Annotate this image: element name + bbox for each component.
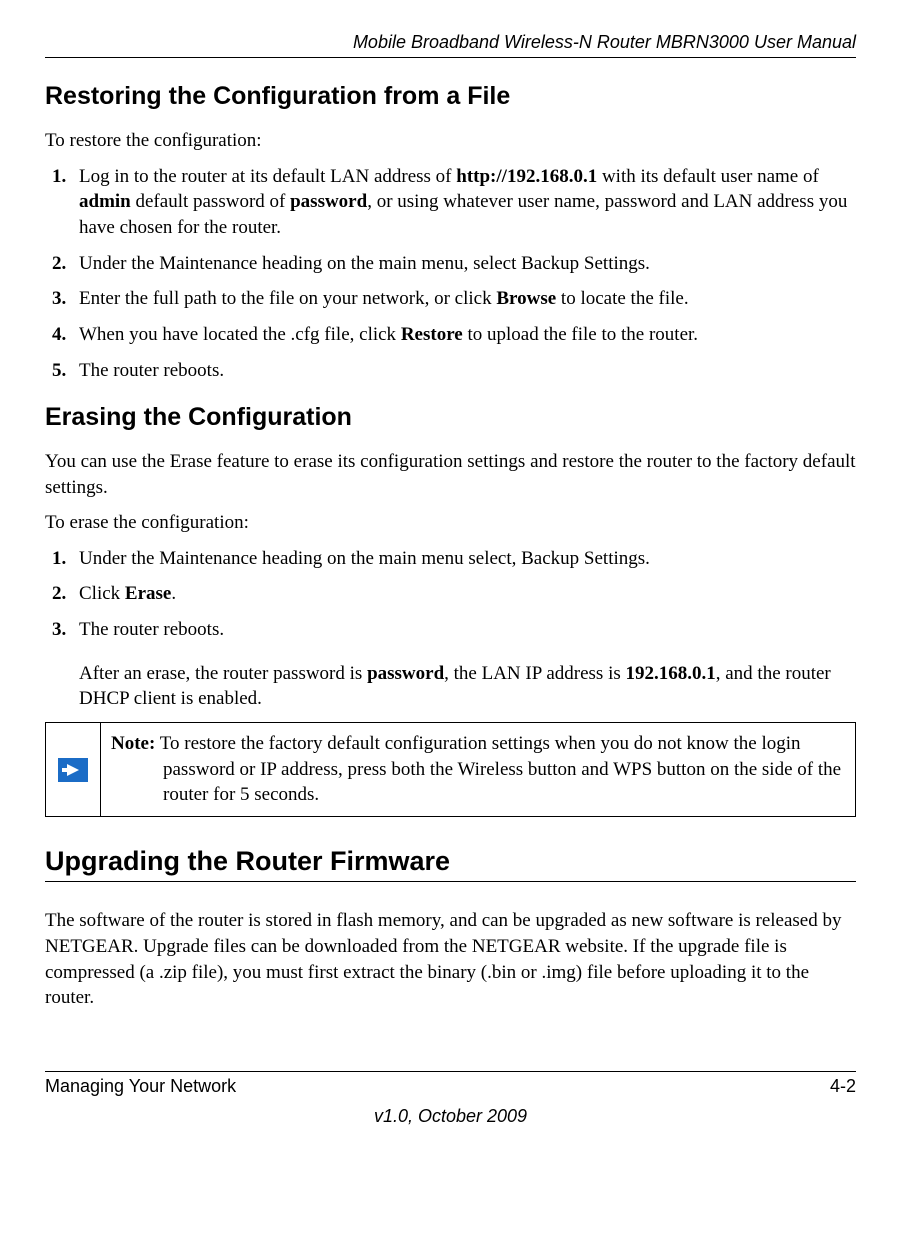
after-erase-text: After an erase, the router password is p… xyxy=(79,661,856,712)
text: to upload the file to the router. xyxy=(463,324,698,345)
note-text: Note: To restore the factory default con… xyxy=(101,723,855,816)
page-number: 4-2 xyxy=(830,1074,856,1098)
erase-step-2: Click Erase. xyxy=(71,581,856,607)
erase-step-3: The router reboots. xyxy=(71,617,856,643)
restore-step-2: Under the Maintenance heading on the mai… xyxy=(71,251,856,277)
restore-label: Restore xyxy=(401,324,463,345)
text: to locate the file. xyxy=(556,288,688,309)
text: When you have located the .cfg file, cli… xyxy=(79,324,401,345)
erase-step-1: Under the Maintenance heading on the mai… xyxy=(71,546,856,572)
note-body: To restore the factory default configura… xyxy=(155,733,841,805)
note-icon-cell xyxy=(46,723,101,816)
password: password xyxy=(290,191,367,212)
heading-restore-config: Restoring the Configuration from a File xyxy=(45,80,856,114)
heading-erase-config: Erasing the Configuration xyxy=(45,401,856,435)
footer-section: Managing Your Network xyxy=(45,1074,236,1098)
restore-step-5: The router reboots. xyxy=(71,358,856,384)
erase-steps: Under the Maintenance heading on the mai… xyxy=(45,546,856,643)
erase-label: Erase xyxy=(125,583,171,604)
browse-label: Browse xyxy=(496,288,556,309)
text: Enter the full path to the file on your … xyxy=(79,288,496,309)
restore-step-3: Enter the full path to the file on your … xyxy=(71,286,856,312)
note-label: Note: xyxy=(111,733,155,754)
text: Log in to the router at its default LAN … xyxy=(79,166,456,187)
upgrade-para: The software of the router is stored in … xyxy=(45,908,856,1011)
url: http://192.168.0.1 xyxy=(456,166,597,187)
erase-para: You can use the Erase feature to erase i… xyxy=(45,449,856,500)
text: Click xyxy=(79,583,125,604)
heading-upgrade-firmware: Upgrading the Router Firmware xyxy=(45,843,856,882)
username: admin xyxy=(79,191,131,212)
restore-intro: To restore the configuration: xyxy=(45,128,856,154)
note-box: Note: To restore the factory default con… xyxy=(45,722,856,817)
restore-step-4: When you have located the .cfg file, cli… xyxy=(71,322,856,348)
erase-intro: To erase the configuration: xyxy=(45,510,856,536)
restore-step-1: Log in to the router at its default LAN … xyxy=(71,164,856,241)
text: with its default user name of xyxy=(597,166,819,187)
text: After an erase, the router password is xyxy=(79,663,367,684)
restore-steps: Log in to the router at its default LAN … xyxy=(45,164,856,383)
text: . xyxy=(171,583,176,604)
arrow-right-icon xyxy=(58,758,88,782)
running-header: Mobile Broadband Wireless-N Router MBRN3… xyxy=(45,30,856,58)
footer-version: v1.0, October 2009 xyxy=(45,1104,856,1128)
page-footer: Managing Your Network 4-2 v1.0, October … xyxy=(45,1071,856,1129)
text: default password of xyxy=(131,191,290,212)
text: , the LAN IP address is xyxy=(444,663,625,684)
password-value: password xyxy=(367,663,444,684)
lan-ip: 192.168.0.1 xyxy=(626,663,716,684)
